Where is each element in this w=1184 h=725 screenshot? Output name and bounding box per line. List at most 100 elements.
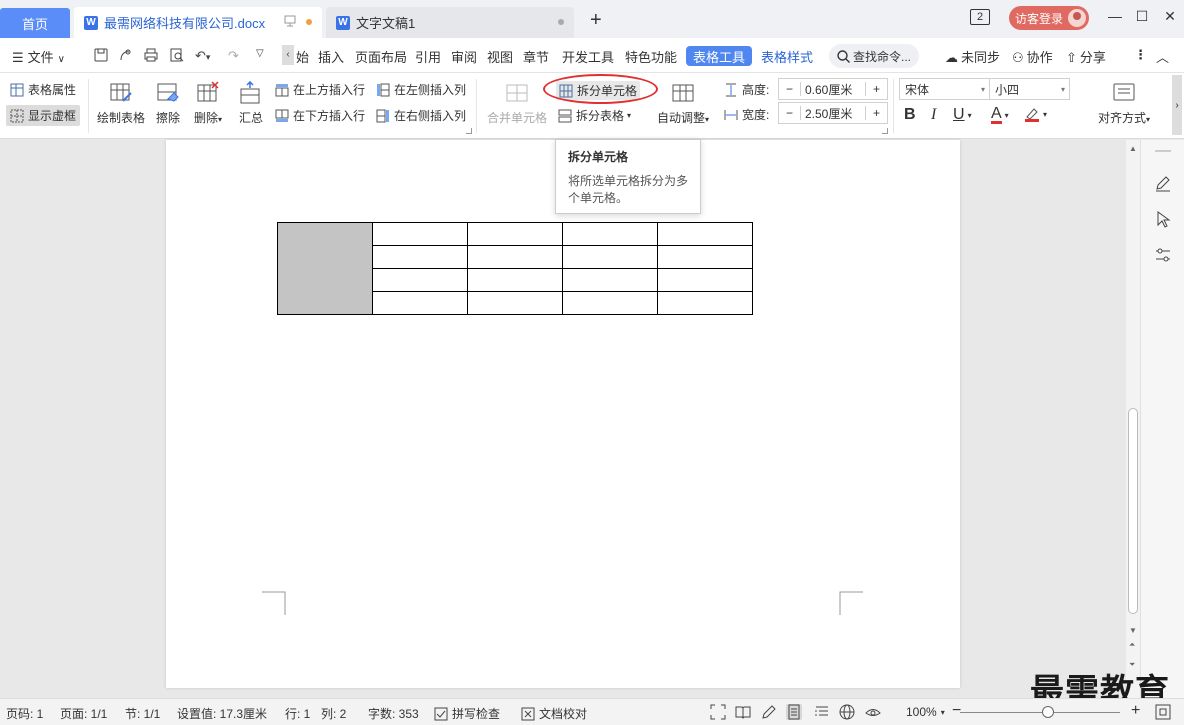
table-cell[interactable] <box>657 222 753 246</box>
col-width-stepper[interactable]: − 2.50厘米 + <box>778 102 888 124</box>
underline-button[interactable]: U ▾ <box>953 106 972 124</box>
maximize-icon[interactable]: ☐ <box>1132 8 1152 25</box>
zoom-level-select[interactable]: 100% ▾ <box>906 705 945 719</box>
table-cell[interactable] <box>372 291 468 315</box>
document-table[interactable] <box>277 222 753 315</box>
prev-page-icon[interactable]: ⏶ <box>1129 640 1135 650</box>
cursor-select-icon[interactable] <box>1154 210 1172 228</box>
increment-icon[interactable]: + <box>865 106 887 120</box>
scroll-down-icon[interactable]: ▼ <box>1129 626 1137 635</box>
login-button[interactable]: 访客登录 <box>1009 6 1089 30</box>
read-mode-icon[interactable] <box>735 704 751 720</box>
new-tab-plus-icon[interactable]: + <box>590 9 602 32</box>
status-pages[interactable]: 页面: 1/1 <box>60 705 107 722</box>
bold-button[interactable]: B <box>904 106 916 124</box>
save-icon[interactable] <box>94 48 108 65</box>
delete-button[interactable]: 删除▾ <box>194 81 222 126</box>
tab-doc-inactive[interactable]: W 文字文稿1 <box>326 7 574 38</box>
share-button[interactable]: ⇧ 分享 <box>1066 47 1106 66</box>
table-cell[interactable] <box>657 268 753 292</box>
menu-table-tools[interactable]: 表格工具 <box>686 46 752 66</box>
zoom-slider-knob[interactable] <box>1042 706 1054 718</box>
status-word-count[interactable]: 字数: 353 <box>368 705 419 722</box>
insert-col-left-button[interactable]: 在左侧插入列 <box>376 81 466 98</box>
table-cell[interactable] <box>467 245 563 269</box>
print-preview-icon[interactable] <box>170 48 184 65</box>
sync-button[interactable]: ☁ 未同步 <box>945 47 1000 66</box>
zoom-out-icon[interactable]: − <box>952 702 961 720</box>
quick-access-more-icon[interactable]: ▽ <box>256 48 264 59</box>
tab-home[interactable]: 首页 <box>0 8 70 38</box>
table-properties-button[interactable]: 表格属性 <box>10 81 76 98</box>
redo-icon[interactable]: ↷ <box>228 48 239 64</box>
zoom-slider-track[interactable] <box>960 712 1120 713</box>
menu-developer[interactable]: 开发工具 <box>562 47 614 66</box>
window-count-badge[interactable]: 2 <box>970 9 990 25</box>
table-cell[interactable] <box>562 245 658 269</box>
table-cell[interactable] <box>562 268 658 292</box>
table-cell[interactable] <box>372 268 468 292</box>
adjust-sliders-icon[interactable] <box>1154 246 1172 264</box>
export-pdf-icon[interactable] <box>118 48 132 65</box>
menu-page-layout[interactable]: 页面布局 <box>355 47 407 66</box>
close-icon[interactable]: ✕ <box>1160 8 1180 25</box>
menu-special[interactable]: 特色功能 <box>625 47 677 66</box>
menu-insert[interactable]: 插入 <box>318 47 344 66</box>
search-command-box[interactable]: 查找命令... <box>829 44 919 68</box>
table-cell[interactable] <box>467 268 563 292</box>
table-cell-merged[interactable] <box>277 222 373 315</box>
status-page-number[interactable]: 页码: 1 <box>6 705 43 722</box>
decrement-icon[interactable]: − <box>779 106 801 120</box>
menu-review[interactable]: 审阅 <box>451 47 477 66</box>
table-cell[interactable] <box>657 245 753 269</box>
table-cell[interactable] <box>657 291 753 315</box>
pen-edit-icon[interactable] <box>1154 174 1172 192</box>
draw-table-button[interactable]: 绘制表格 <box>97 81 145 126</box>
italic-button[interactable]: I <box>931 106 936 124</box>
print-icon[interactable] <box>144 48 158 65</box>
merge-cells-button[interactable]: 合并单元格 <box>487 81 547 126</box>
spell-check-button[interactable]: 拼写检查 <box>434 705 500 722</box>
outline-view-icon[interactable] <box>814 704 830 720</box>
eye-protection-icon[interactable] <box>865 704 881 720</box>
more-options-icon[interactable]: ⋮ <box>1134 47 1147 63</box>
auto-fit-button[interactable]: 自动调整▾ <box>657 81 709 126</box>
scroll-thumb[interactable] <box>1128 408 1138 614</box>
font-color-button[interactable]: A ▾ <box>991 106 1009 124</box>
vertical-scrollbar[interactable]: ▲ ▼ ⏶ ⏷ <box>1126 140 1140 698</box>
alignment-button[interactable]: 对齐方式▾ <box>1098 81 1150 126</box>
erase-button[interactable]: 擦除 <box>156 81 180 126</box>
status-section[interactable]: 节: 1/1 <box>125 705 160 722</box>
insert-col-right-button[interactable]: 在右侧插入列 <box>376 107 466 124</box>
edit-mode-icon[interactable] <box>761 704 777 720</box>
dialog-launcher-icon[interactable] <box>882 128 888 134</box>
collaborate-button[interactable]: ⚇ 协作 <box>1012 47 1053 66</box>
table-cell[interactable] <box>372 245 468 269</box>
zoom-in-icon[interactable]: + <box>1131 702 1140 720</box>
table-cell[interactable] <box>467 222 563 246</box>
decrement-icon[interactable]: − <box>779 82 801 96</box>
show-gridlines-button[interactable]: 显示虚框 <box>6 105 81 126</box>
table-cell[interactable] <box>562 222 658 246</box>
table-cell[interactable] <box>562 291 658 315</box>
web-view-icon[interactable] <box>839 704 855 720</box>
font-size-select[interactable]: 小四 ▾ <box>989 78 1070 100</box>
menu-start[interactable]: 始 <box>296 47 309 66</box>
insert-row-above-button[interactable]: 在上方插入行 <box>275 81 365 98</box>
fit-window-icon[interactable] <box>1155 704 1171 720</box>
scroll-left-icon[interactable]: ‹ <box>282 45 294 65</box>
menu-view[interactable]: 视图 <box>487 47 513 66</box>
dialog-launcher-icon[interactable] <box>466 128 472 134</box>
page-view-icon[interactable] <box>786 704 802 720</box>
col-width-value[interactable]: 2.50厘米 <box>801 105 865 122</box>
insert-row-below-button[interactable]: 在下方插入行 <box>275 107 365 124</box>
monitor-icon[interactable] <box>284 15 296 30</box>
split-cells-button[interactable]: 拆分单元格 <box>556 81 641 100</box>
table-cell[interactable] <box>372 222 468 246</box>
table-cell[interactable] <box>467 291 563 315</box>
row-height-value[interactable]: 0.60厘米 <box>801 81 865 98</box>
status-row[interactable]: 行: 1 <box>285 705 310 722</box>
row-height-stepper[interactable]: − 0.60厘米 + <box>778 78 888 100</box>
scroll-up-icon[interactable]: ▲ <box>1129 144 1137 153</box>
summary-button[interactable]: 汇总 <box>239 81 263 126</box>
